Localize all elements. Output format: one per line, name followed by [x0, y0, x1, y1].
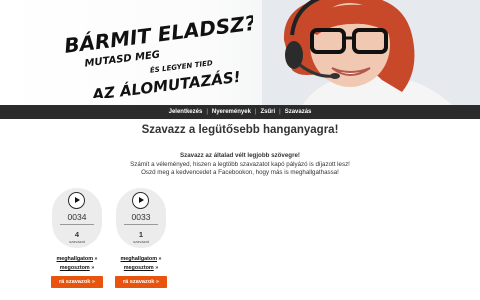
- intro-line: Oszd meg a kedvencedet a Facebookon, hog…: [141, 169, 339, 176]
- intro-line: Számít a véleményed, hiszen a legtöbb sz…: [130, 160, 350, 168]
- entry-number: 0033: [131, 212, 151, 222]
- vote-count: 1: [138, 230, 144, 239]
- share-link[interactable]: megosztom: [124, 265, 154, 271]
- arrow-icon: »: [158, 256, 162, 262]
- play-icon[interactable]: [68, 192, 85, 209]
- vote-button[interactable]: rá szavazok »: [51, 276, 103, 288]
- divider: [124, 224, 158, 225]
- nav-item-zsuri[interactable]: Zsűri: [257, 109, 278, 115]
- share-link[interactable]: megosztom: [60, 265, 90, 271]
- entry-links: meghallgatom » megosztom »: [111, 255, 171, 273]
- arrow-icon: »: [155, 265, 159, 271]
- entry-links: meghallgatom » megosztom »: [47, 255, 107, 273]
- vote-count-label: szavazat: [69, 239, 85, 244]
- listen-link[interactable]: meghallgatom: [120, 256, 157, 262]
- slogan-graphic: BÁRMIT ELADSZ? MUTASD MEG ÉS LEGYEN TIED…: [63, 11, 258, 104]
- main-navigation: Jelentkezés | Nyeremények | Zsűri | Szav…: [0, 105, 480, 119]
- woman-illustration: [262, 0, 480, 105]
- arrow-icon: »: [91, 265, 95, 271]
- vote-count: 4: [74, 230, 80, 239]
- vote-count-label: szavazat: [133, 239, 149, 244]
- entry-card: 0033 1 szavazat: [116, 188, 166, 248]
- entry-card: 0034 4 szavazat: [52, 188, 102, 248]
- entry-number: 0034: [67, 212, 87, 222]
- intro-text: Szavazz az általad vélt legjobb szövegre…: [0, 152, 480, 178]
- nav-item-szavazas[interactable]: Szavazás: [282, 109, 315, 115]
- divider: [60, 224, 94, 225]
- header-banner: BÁRMIT ELADSZ? MUTASD MEG ÉS LEGYEN TIED…: [0, 0, 480, 105]
- play-icon[interactable]: [132, 192, 149, 209]
- page-title: Szavazz a legütősebb hanganyagra!: [141, 124, 339, 136]
- support-woman-photo: [262, 0, 480, 105]
- slogan-logo: BÁRMIT ELADSZ? MUTASD MEG ÉS LEGYEN TIED…: [58, 10, 258, 104]
- nav-item-nyeremenyek[interactable]: Nyeremények: [209, 109, 254, 115]
- listen-link[interactable]: meghallgatom: [56, 256, 93, 262]
- arrow-icon: »: [94, 256, 98, 262]
- vote-button[interactable]: rá szavazok »: [115, 276, 167, 288]
- intro-heading: Szavazz az általad vélt legjobb szövegre…: [179, 152, 300, 159]
- nav-item-jelentkezes[interactable]: Jelentkezés: [166, 109, 206, 115]
